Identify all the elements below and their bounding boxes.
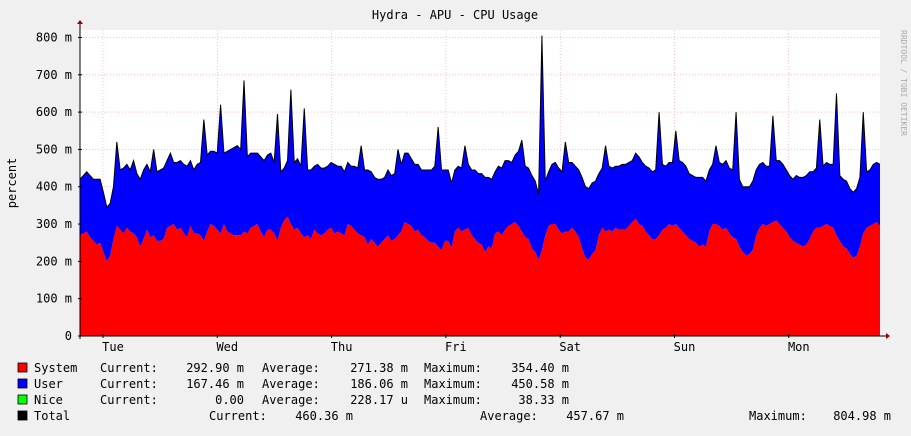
y-tick-label: 800 m xyxy=(36,30,72,44)
legend-average-label: Average: xyxy=(480,409,538,423)
x-tick-label: Sun xyxy=(674,340,696,354)
legend-maximum-label: Maximum: xyxy=(424,393,482,407)
x-tick-label: Wed xyxy=(216,340,238,354)
chart-title: Hydra - APU - CPU Usage xyxy=(372,8,538,22)
y-tick-label: 0 xyxy=(65,329,72,343)
y-tick-label: 700 m xyxy=(36,68,72,82)
x-tick-label: Mon xyxy=(788,340,810,354)
legend-average-value: 228.17 u xyxy=(350,393,408,407)
legend-current-value: 292.90 m xyxy=(186,361,244,375)
legend-series-name: User xyxy=(34,377,63,391)
y-tick-label: 600 m xyxy=(36,105,72,119)
legend-maximum-label: Maximum: xyxy=(749,409,807,423)
y-axis-label: percent xyxy=(5,158,19,209)
legend-maximum-label: Maximum: xyxy=(424,361,482,375)
x-tick-label: Thu xyxy=(331,340,353,354)
legend-average-value: 271.38 m xyxy=(350,361,408,375)
legend-average-label: Average: xyxy=(262,361,320,375)
legend-maximum-value: 354.40 m xyxy=(511,361,569,375)
legend-average-label: Average: xyxy=(262,377,320,391)
legend-current-value: 167.46 m xyxy=(186,377,244,391)
legend-current-label: Current: xyxy=(100,377,158,391)
x-tick-label: Sat xyxy=(559,340,581,354)
legend-swatch xyxy=(17,394,28,405)
y-tick-label: 100 m xyxy=(36,292,72,306)
legend-maximum-value: 450.58 m xyxy=(511,377,569,391)
x-tick-label: Tue xyxy=(102,340,124,354)
x-tick-label: Fri xyxy=(445,340,467,354)
legend-swatch xyxy=(17,378,28,389)
cpu-usage-chart: 0 100 m 200 m 300 m 400 m 500 m 600 m 700 m 800 … xyxy=(0,0,911,432)
rrd-graph: 0 100 m 200 m 300 m 400 m 500 m 600 m 700 m 800 … xyxy=(0,0,911,432)
legend-current-value: 0.00 xyxy=(215,393,244,407)
legend-average-value: 457.67 m xyxy=(566,409,624,423)
legend-maximum-label: Maximum: xyxy=(424,377,482,391)
legend-series-name: Total xyxy=(34,409,70,423)
legend-maximum-value: 38.33 m xyxy=(518,393,569,407)
legend-current-value: 460.36 m xyxy=(295,409,353,423)
y-tick-label: 500 m xyxy=(36,142,72,156)
rrdtool-watermark: RRDTOOL / TOBI OETIKER xyxy=(899,30,908,136)
legend-maximum-value: 804.98 m xyxy=(833,409,891,423)
y-tick-label: 200 m xyxy=(36,254,72,268)
legend-current-label: Current: xyxy=(100,361,158,375)
y-tick-label: 300 m xyxy=(36,217,72,231)
legend-average-value: 186.06 m xyxy=(350,377,408,391)
legend-swatch xyxy=(17,362,28,373)
legend-swatch xyxy=(17,410,28,421)
legend-current-label: Current: xyxy=(100,393,158,407)
y-tick-label: 400 m xyxy=(36,180,72,194)
legend-current-label: Current: xyxy=(209,409,267,423)
legend-series-name: System xyxy=(34,361,77,375)
legend-average-label: Average: xyxy=(262,393,320,407)
legend-series-name: Nice xyxy=(34,393,63,407)
